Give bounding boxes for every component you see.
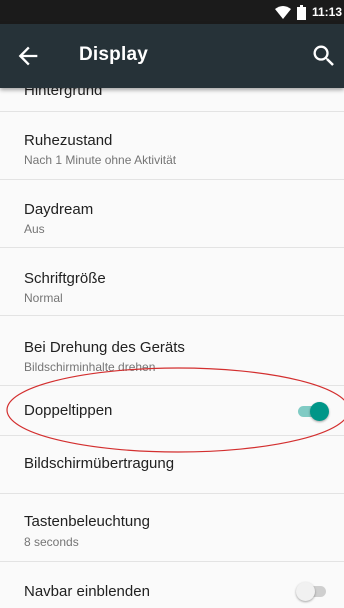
- setting-doppeltippen[interactable]: Doppeltippen: [0, 386, 344, 436]
- setting-subtitle: Nach 1 Minute ohne Aktivität: [24, 153, 177, 167]
- setting-tastenbeleuchtung[interactable]: Tastenbeleuchtung 8 seconds: [0, 494, 344, 562]
- setting-title: Bildschirmübertragung: [24, 455, 175, 472]
- setting-title: Hintergrund: [24, 88, 103, 99]
- setting-daydream[interactable]: Daydream Aus: [0, 180, 344, 248]
- setting-title: Doppeltippen: [24, 402, 113, 419]
- setting-drehung[interactable]: Bei Drehung des Geräts Bildschirminhalte…: [0, 316, 344, 386]
- setting-subtitle: Bildschirminhalte drehen: [24, 360, 156, 374]
- setting-schriftgroesse[interactable]: Schriftgröße Normal: [0, 248, 344, 316]
- toggle-thumb: [296, 582, 315, 601]
- arrow-back-icon[interactable]: [14, 42, 42, 70]
- setting-title: Ruhezustand: [24, 132, 113, 149]
- search-icon[interactable]: [310, 42, 338, 70]
- status-icons: 11:13: [274, 0, 344, 24]
- setting-bildschirmuebertragung[interactable]: Bildschirmübertragung: [0, 436, 344, 494]
- wifi-icon: [274, 5, 291, 19]
- setting-title: Navbar einblenden: [24, 583, 150, 600]
- doppeltippen-toggle[interactable]: [296, 401, 330, 421]
- navbar-toggle[interactable]: [296, 581, 330, 601]
- setting-subtitle: Aus: [24, 222, 45, 236]
- setting-hintergrund[interactable]: Hintergrund: [0, 88, 344, 112]
- page-title: Display: [79, 44, 148, 65]
- toggle-thumb: [310, 402, 329, 421]
- setting-subtitle: Normal: [24, 291, 63, 305]
- app-bar: Display: [0, 24, 344, 88]
- setting-title: Tastenbeleuchtung: [24, 513, 150, 530]
- setting-title: Daydream: [24, 201, 94, 218]
- setting-subtitle: 8 seconds: [24, 535, 79, 549]
- status-time: 11:13: [311, 5, 342, 19]
- setting-ruhezustand[interactable]: Ruhezustand Nach 1 Minute ohne Aktivität: [0, 112, 344, 180]
- setting-title: Schriftgröße: [24, 270, 106, 287]
- setting-title: Bei Drehung des Geräts: [24, 339, 185, 356]
- settings-list: Hintergrund Ruhezustand Nach 1 Minute oh…: [0, 88, 344, 608]
- status-bar: 11:13: [0, 0, 344, 24]
- battery-icon: [296, 4, 306, 20]
- setting-navbar[interactable]: Navbar einblenden: [0, 562, 344, 608]
